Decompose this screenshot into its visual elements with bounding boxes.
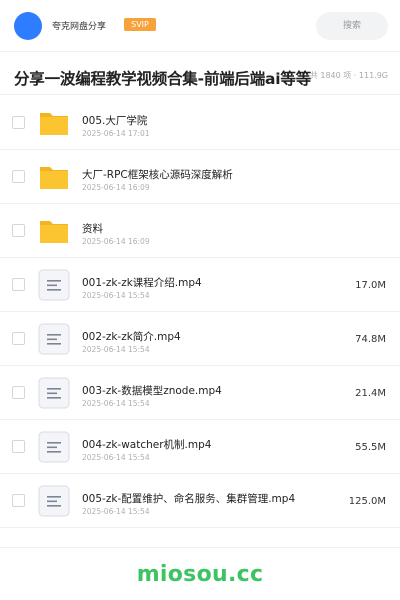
top-header: 夸克网盘分享 SVIP 搜索 bbox=[0, 0, 400, 52]
document-icon bbox=[38, 269, 70, 301]
file-name[interactable]: 资料 bbox=[82, 221, 103, 236]
watermark: miosou.cc bbox=[136, 562, 264, 587]
file-name[interactable]: 001-zk-zk课程介绍.mp4 bbox=[82, 275, 202, 290]
file-date: 2025-06-14 16:09 bbox=[82, 183, 150, 192]
file-row[interactable]: 003-zk-数据模型znode.mp4 2025-06-14 15:54 21.4… bbox=[0, 366, 400, 420]
avatar[interactable] bbox=[14, 12, 42, 40]
row-checkbox[interactable] bbox=[12, 440, 25, 453]
folder-icon bbox=[38, 161, 70, 193]
file-date: 2025-06-14 17:01 bbox=[82, 129, 150, 138]
file-name[interactable]: 大厂-RPC框架核心源码深度解析 bbox=[82, 167, 233, 182]
file-name[interactable]: 004-zk-watcher机制.mp4 bbox=[82, 437, 211, 452]
search-button[interactable]: 搜索 bbox=[316, 12, 388, 40]
file-list: 005.大厂学院 2025-06-14 17:01 大厂-RPC框架核心源码深度解析… bbox=[0, 96, 400, 528]
document-icon bbox=[38, 485, 70, 517]
row-checkbox[interactable] bbox=[12, 116, 25, 129]
row-checkbox[interactable] bbox=[12, 278, 25, 291]
file-row[interactable]: 002-zk-zk简介.mp4 2025-06-14 15:54 74.8M bbox=[0, 312, 400, 366]
page-title: 分享一波编程教学视频合集-前端后端ai等等 bbox=[14, 70, 312, 88]
file-name[interactable]: 005-zk-配置维护、命名服务、集群管理.mp4 bbox=[82, 491, 295, 506]
document-icon bbox=[38, 377, 70, 409]
share-meta: 共 1840 项 · 111.9G bbox=[309, 71, 388, 80]
file-date: 2025-06-14 16:09 bbox=[82, 237, 150, 246]
row-checkbox[interactable] bbox=[12, 224, 25, 237]
file-name[interactable]: 005.大厂学院 bbox=[82, 113, 147, 128]
file-name[interactable]: 002-zk-zk简介.mp4 bbox=[82, 329, 181, 344]
file-row[interactable]: 004-zk-watcher机制.mp4 2025-06-14 15:54 55.5… bbox=[0, 420, 400, 474]
file-row[interactable]: 资料 2025-06-14 16:09 bbox=[0, 204, 400, 258]
file-size: 74.8M bbox=[355, 334, 386, 345]
file-date: 2025-06-14 15:54 bbox=[82, 453, 150, 462]
file-size: 125.0M bbox=[348, 496, 386, 507]
file-date: 2025-06-14 15:54 bbox=[82, 291, 150, 300]
row-checkbox[interactable] bbox=[12, 386, 25, 399]
folder-icon bbox=[38, 215, 70, 247]
file-row[interactable]: 001-zk-zk课程介绍.mp4 2025-06-14 15:54 17.0M bbox=[0, 258, 400, 312]
file-size: 17.0M bbox=[355, 280, 386, 291]
file-row[interactable]: 005-zk-配置维护、命名服务、集群管理.mp4 2025-06-14 15:5… bbox=[0, 474, 400, 528]
file-name[interactable]: 003-zk-数据模型znode.mp4 bbox=[82, 383, 222, 398]
document-icon bbox=[38, 323, 70, 355]
file-row[interactable]: 大厂-RPC框架核心源码深度解析 2025-06-14 16:09 bbox=[0, 150, 400, 204]
row-checkbox[interactable] bbox=[12, 494, 25, 507]
svip-badge: SVIP bbox=[124, 18, 156, 31]
share-title-bar: 分享一波编程教学视频合集-前端后端ai等等 共 1840 项 · 111.9G bbox=[0, 53, 400, 95]
file-date: 2025-06-14 15:54 bbox=[82, 507, 150, 516]
file-row[interactable]: 005.大厂学院 2025-06-14 17:01 bbox=[0, 96, 400, 150]
divider bbox=[0, 547, 400, 548]
folder-icon bbox=[38, 107, 70, 139]
document-icon bbox=[38, 431, 70, 463]
file-date: 2025-06-14 15:54 bbox=[82, 345, 150, 354]
file-size: 21.4M bbox=[355, 388, 386, 399]
share-page: 夸克网盘分享 SVIP 搜索 分享一波编程教学视频合集-前端后端ai等等 共 1… bbox=[0, 0, 400, 600]
row-checkbox[interactable] bbox=[12, 170, 25, 183]
app-name: 夸克网盘分享 bbox=[52, 22, 107, 32]
row-checkbox[interactable] bbox=[12, 332, 25, 345]
file-date: 2025-06-14 15:54 bbox=[82, 399, 150, 408]
file-size: 55.5M bbox=[355, 442, 386, 453]
